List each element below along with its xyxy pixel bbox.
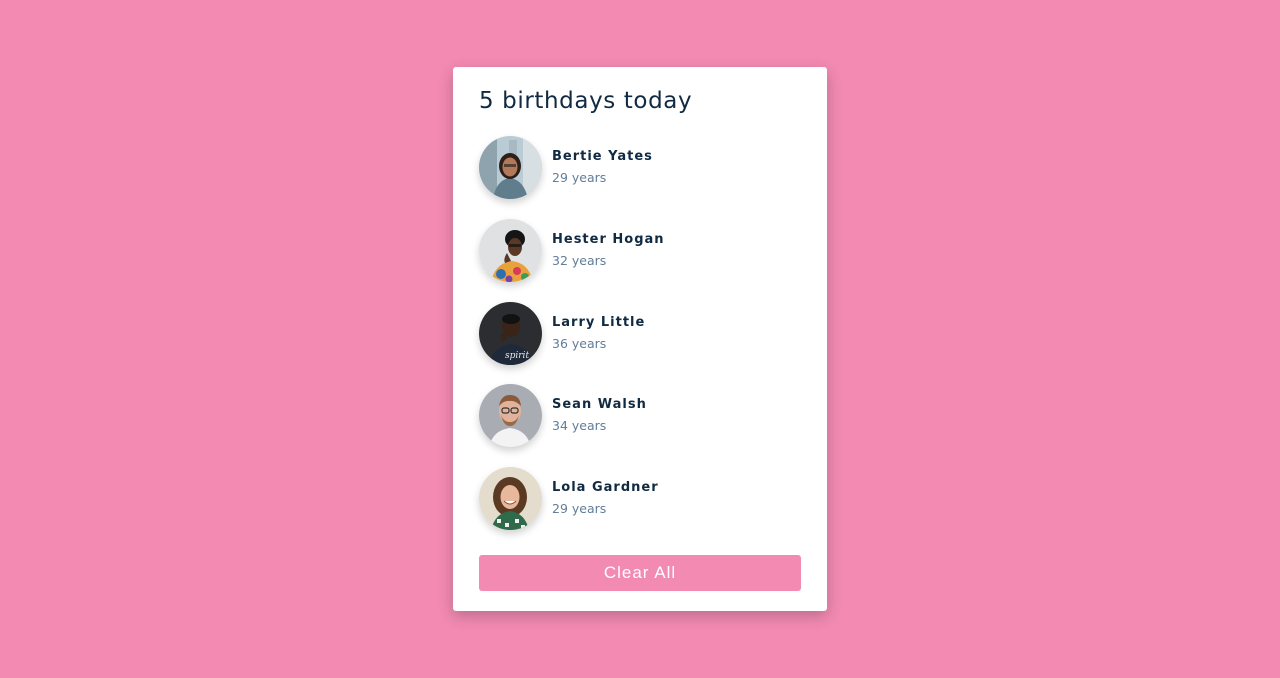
svg-text:spirit: spirit xyxy=(505,351,529,361)
avatar xyxy=(479,384,542,448)
person-info: Bertie Yates 29 years xyxy=(552,149,653,186)
list-item: spirit Larry Little 36 years xyxy=(479,301,801,365)
person-info: Hester Hogan 32 years xyxy=(552,232,665,269)
list-item: Bertie Yates 29 years xyxy=(479,136,801,199)
list-item: Hester Hogan 32 years xyxy=(479,218,801,282)
person-age: 29 years xyxy=(552,501,607,516)
birthday-card: 5 birthdays today Bertie Yates 29 years xyxy=(453,67,827,611)
person-info: Lola Gardner 29 years xyxy=(552,480,659,517)
person-age: 29 years xyxy=(552,170,607,185)
list-item: Lola Gardner 29 years xyxy=(479,467,801,530)
avatar xyxy=(479,136,542,199)
clear-all-button[interactable]: Clear All xyxy=(479,555,801,591)
person-info: Sean Walsh 34 years xyxy=(552,397,647,434)
avatar xyxy=(479,467,542,530)
list-item: Sean Walsh 34 years xyxy=(479,384,801,448)
person-age: 34 years xyxy=(552,418,607,434)
person-name: Larry Little xyxy=(552,314,646,330)
person-name: Sean Walsh xyxy=(552,397,647,413)
page-title: 5 birthdays today xyxy=(479,88,693,114)
person-age: 36 years xyxy=(552,335,607,351)
person-info: Larry Little 36 years xyxy=(552,315,645,352)
person-name: Hester Hogan xyxy=(552,231,665,247)
avatar: spirit xyxy=(479,301,542,365)
person-name: Lola Gardner xyxy=(552,480,659,495)
person-name: Bertie Yates xyxy=(552,149,653,164)
person-age: 32 years xyxy=(552,252,607,268)
avatar xyxy=(479,218,542,282)
birthday-list: Bertie Yates 29 years Hester Hogan 32 ye… xyxy=(479,136,801,530)
